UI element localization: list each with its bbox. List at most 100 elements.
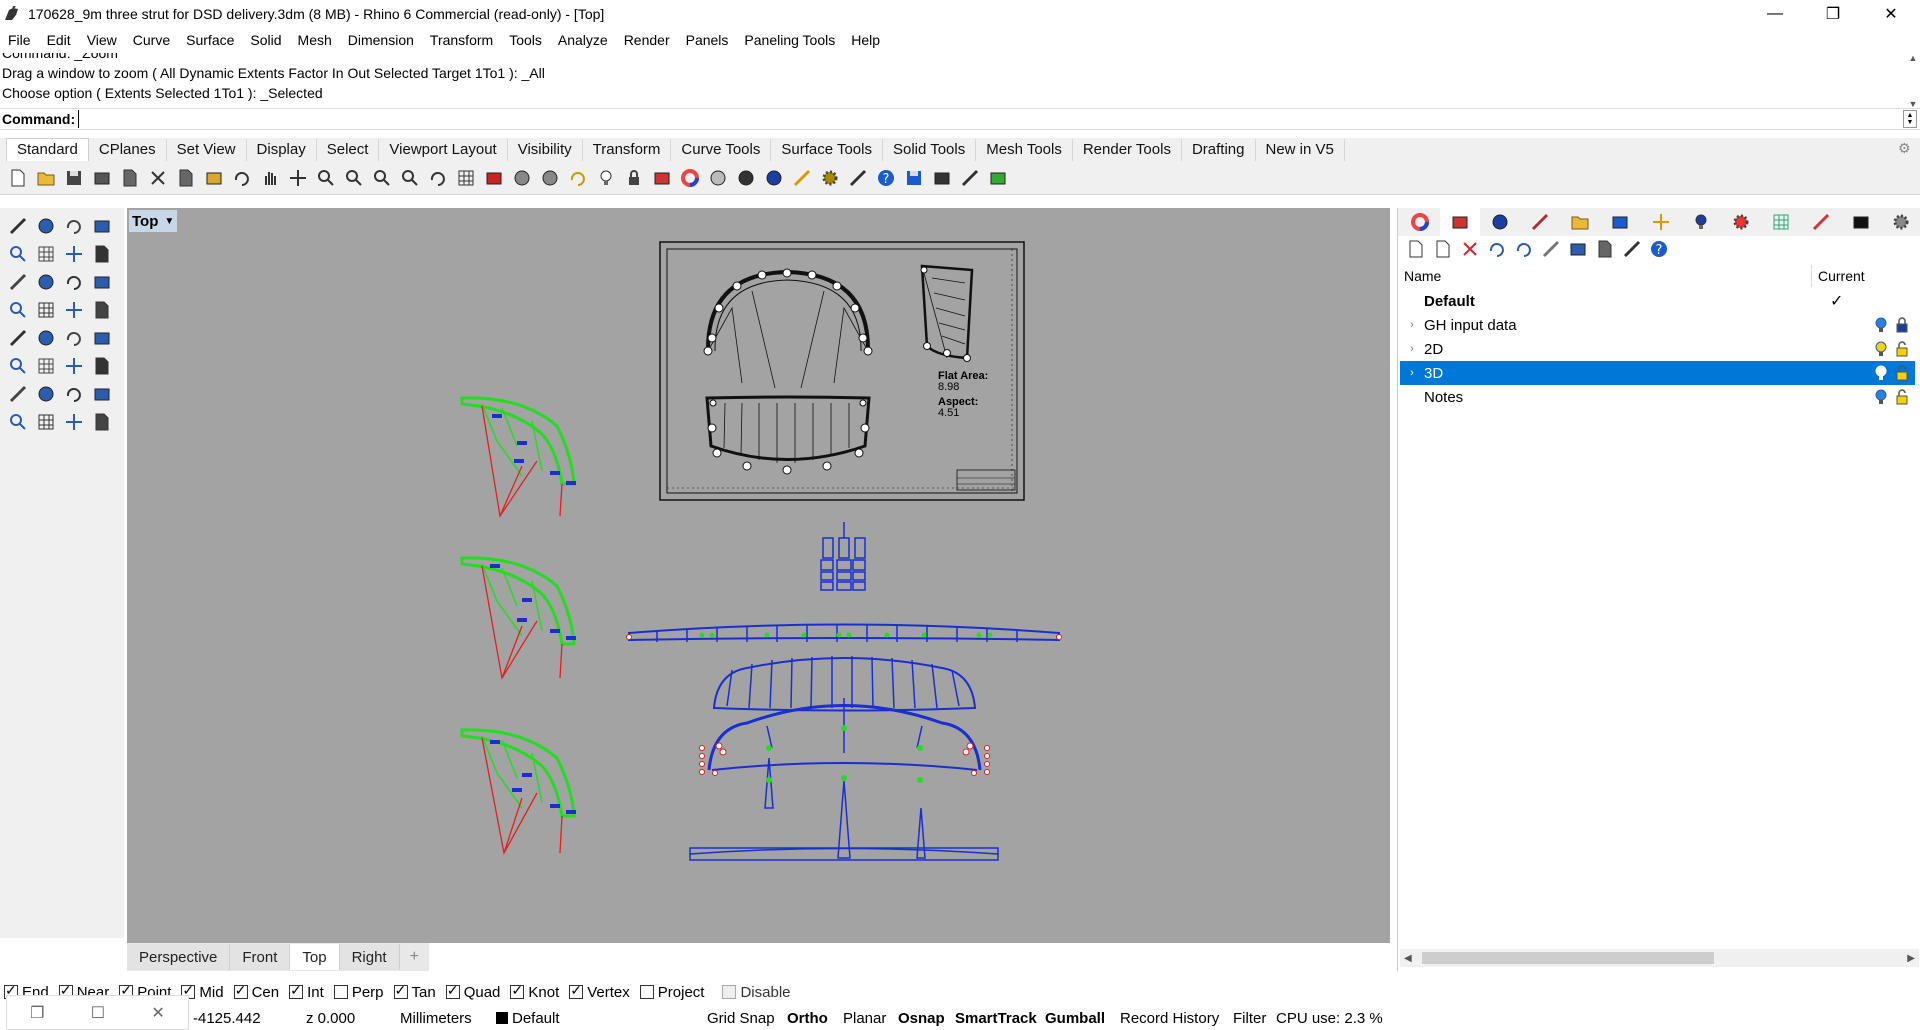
menu-view[interactable]: View bbox=[79, 32, 125, 48]
expand-chevron-icon[interactable]: › bbox=[1400, 343, 1424, 355]
box-icon[interactable] bbox=[4, 296, 32, 324]
move-up-icon[interactable] bbox=[1483, 237, 1510, 261]
viewport-tab-top[interactable]: Top bbox=[290, 944, 340, 970]
undo-icon[interactable] bbox=[228, 164, 256, 192]
hatch-icon[interactable] bbox=[60, 380, 88, 408]
column-current[interactable]: Current bbox=[1812, 265, 1865, 287]
light-icon[interactable] bbox=[592, 164, 620, 192]
close-button[interactable]: ✕ bbox=[1862, 0, 1920, 28]
command-input[interactable] bbox=[78, 110, 1899, 128]
tab-solid-tools[interactable]: Solid Tools bbox=[883, 139, 977, 161]
tab-drafting[interactable]: Drafting bbox=[1182, 139, 1256, 161]
tab-display[interactable]: Display bbox=[247, 139, 317, 161]
move-view-icon[interactable] bbox=[284, 164, 312, 192]
help-icon[interactable]: ? bbox=[872, 164, 900, 192]
menu-curve[interactable]: Curve bbox=[125, 32, 178, 48]
copy-icon[interactable] bbox=[172, 164, 200, 192]
new-sublayer-icon[interactable] bbox=[1429, 237, 1456, 261]
command-history-scrollbar[interactable]: ▲ ▼ bbox=[1906, 53, 1920, 109]
tab-transform[interactable]: Transform bbox=[583, 139, 672, 161]
current-layer[interactable]: Default bbox=[496, 1010, 560, 1027]
tools-icon[interactable] bbox=[1618, 237, 1645, 261]
explode-icon[interactable] bbox=[88, 352, 116, 380]
curve-icon[interactable] bbox=[88, 212, 116, 240]
options-icon[interactable] bbox=[816, 164, 844, 192]
osnap-checkbox[interactable] bbox=[722, 985, 737, 999]
menu-paneling-tools[interactable]: Paneling Tools bbox=[736, 32, 843, 48]
package-icon[interactable] bbox=[984, 164, 1012, 192]
units[interactable]: Millimeters bbox=[400, 1010, 472, 1027]
layer-help-icon[interactable]: ? bbox=[1645, 237, 1672, 261]
osnap-checkbox[interactable] bbox=[445, 982, 460, 999]
boolean-icon[interactable] bbox=[4, 324, 32, 352]
menu-edit[interactable]: Edit bbox=[39, 32, 79, 48]
expand-chevron-icon[interactable]: › bbox=[1400, 319, 1424, 331]
current-layer-check-icon[interactable]: ✓ bbox=[1830, 291, 1843, 311]
ellipse-icon[interactable] bbox=[32, 240, 60, 268]
lock-icon[interactable] bbox=[1894, 364, 1910, 382]
tab-render-tools[interactable]: Render Tools bbox=[1073, 139, 1182, 161]
add-viewport-icon[interactable]: + bbox=[400, 948, 429, 966]
osnap-checkbox[interactable] bbox=[289, 982, 304, 999]
menu-analyze[interactable]: Analyze bbox=[550, 32, 616, 48]
polyline-icon[interactable] bbox=[60, 212, 88, 240]
scroll-up-icon[interactable]: ▲ bbox=[1909, 53, 1918, 63]
join-icon[interactable] bbox=[60, 352, 88, 380]
osnap-checkbox[interactable] bbox=[393, 982, 408, 999]
scroll-right-icon[interactable]: ▶ bbox=[1907, 953, 1915, 964]
ortho-toggle[interactable]: Ortho bbox=[787, 1010, 828, 1027]
osnap-project[interactable]: Project bbox=[639, 984, 704, 1001]
new-file-icon[interactable] bbox=[4, 164, 32, 192]
car-icon[interactable] bbox=[480, 164, 508, 192]
sphere-icon[interactable] bbox=[732, 164, 760, 192]
freeform-icon[interactable] bbox=[32, 268, 60, 296]
zoom-icon[interactable] bbox=[312, 164, 340, 192]
tab-set-view[interactable]: Set View bbox=[167, 139, 247, 161]
shade-icon[interactable] bbox=[704, 164, 732, 192]
snap-icon[interactable] bbox=[1640, 208, 1680, 236]
tab-standard[interactable]: Standard bbox=[6, 138, 89, 161]
lock-icon[interactable] bbox=[1894, 316, 1910, 334]
menu-dimension[interactable]: Dimension bbox=[340, 32, 422, 48]
edit-icon[interactable] bbox=[1801, 208, 1841, 236]
layer-icon[interactable] bbox=[648, 164, 676, 192]
osnap-disable[interactable]: Disable bbox=[722, 984, 791, 1001]
zoom-window-icon[interactable] bbox=[340, 164, 368, 192]
minimize-button[interactable]: — bbox=[1746, 0, 1804, 28]
surface-icon[interactable] bbox=[60, 268, 88, 296]
circle-icon[interactable] bbox=[4, 240, 32, 268]
rectangle-icon[interactable] bbox=[88, 240, 116, 268]
gear-icon[interactable]: ⚙ bbox=[1898, 140, 1914, 156]
viewport-tab-right[interactable]: Right bbox=[339, 944, 400, 970]
menu-mesh[interactable]: Mesh bbox=[290, 32, 340, 48]
trim-icon[interactable] bbox=[60, 324, 88, 352]
zoom-selected-icon[interactable] bbox=[396, 164, 424, 192]
dimension-icon[interactable] bbox=[844, 164, 872, 192]
bulb-icon[interactable] bbox=[1873, 316, 1889, 334]
filter-icon[interactable] bbox=[1564, 237, 1591, 261]
point-icon[interactable] bbox=[32, 212, 60, 240]
column-name[interactable]: Name bbox=[1400, 265, 1812, 287]
osnap-checkbox[interactable] bbox=[333, 985, 348, 999]
tab-new-in-v5[interactable]: New in V5 bbox=[1256, 139, 1345, 161]
display-icon[interactable] bbox=[1600, 208, 1640, 236]
fillet-icon[interactable] bbox=[32, 324, 60, 352]
osnap-vertex[interactable]: Vertex bbox=[569, 982, 630, 1001]
tab-mesh-tools[interactable]: Mesh Tools bbox=[976, 139, 1073, 161]
tab-viewport-layout[interactable]: Viewport Layout bbox=[379, 139, 508, 161]
color-wheel-icon[interactable] bbox=[676, 164, 704, 192]
folder-icon[interactable] bbox=[1560, 208, 1600, 236]
cylinder-icon[interactable] bbox=[60, 296, 88, 324]
bulb-icon[interactable] bbox=[1873, 364, 1889, 382]
bulb-icon[interactable] bbox=[1873, 340, 1889, 358]
grid-icon[interactable] bbox=[452, 164, 480, 192]
tab-visibility[interactable]: Visibility bbox=[508, 139, 583, 161]
maximize-icon[interactable]: ☐ bbox=[91, 1003, 105, 1023]
save-icon-2[interactable] bbox=[900, 164, 928, 192]
viewport-tab-perspective[interactable]: Perspective bbox=[127, 944, 231, 970]
extrude-icon[interactable] bbox=[88, 268, 116, 296]
pencil-icon[interactable] bbox=[788, 164, 816, 192]
osnap-tan[interactable]: Tan bbox=[393, 982, 436, 1001]
tab-cplanes[interactable]: CPlanes bbox=[89, 139, 167, 161]
expand-chevron-icon[interactable]: › bbox=[1400, 367, 1424, 379]
